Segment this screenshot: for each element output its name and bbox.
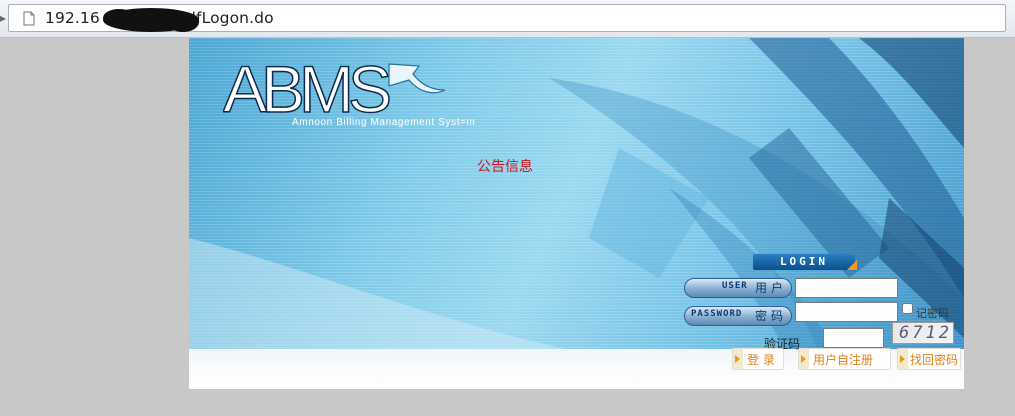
login-badge: LOGIN (753, 254, 857, 270)
redaction-scribble (103, 8, 199, 32)
user-label-cn: 用户 (755, 281, 788, 295)
arrow-right-icon (733, 349, 743, 369)
announcement-link[interactable]: 公告信息 (477, 156, 533, 176)
arrow-right-icon (799, 349, 809, 369)
self-register-button[interactable]: 用户自注册 (798, 348, 891, 370)
login-button-label: 登 录 (747, 353, 775, 367)
url-field[interactable]: 192.16 selfLogon.do (8, 4, 1006, 32)
recover-password-button[interactable]: 找回密码 (897, 348, 961, 370)
page-area: ABMS Amnoon Billing Management Syst=m 公告… (0, 38, 1015, 416)
user-label: USER 用户 (684, 278, 792, 298)
abms-logo: ABMS (223, 56, 446, 126)
captcha-image[interactable]: 6712 (892, 322, 954, 344)
user-label-en: USER (722, 281, 748, 291)
password-label-en: PASSWORD (691, 309, 743, 319)
back-icon[interactable]: ▸ (0, 9, 6, 27)
username-input[interactable] (795, 278, 898, 298)
password-input[interactable] (795, 302, 898, 322)
recover-password-label: 找回密码 (910, 353, 959, 367)
login-button[interactable]: 登 录 (732, 348, 784, 370)
remember-password-label: 记密码 (916, 307, 949, 320)
captcha-input[interactable] (823, 328, 884, 348)
logo-subtitle: Amnoon Billing Management Syst=m (292, 117, 476, 128)
arrow-right-icon (898, 349, 908, 369)
captcha-image-text: 6712 (899, 323, 952, 343)
remember-password-checkbox[interactable] (902, 303, 913, 314)
password-label: PASSWORD 密码 (684, 306, 792, 326)
self-register-label: 用户自注册 (813, 353, 874, 367)
password-label-cn: 密码 (755, 309, 788, 323)
svg-text:ABMS: ABMS (223, 56, 389, 126)
login-panel: ABMS Amnoon Billing Management Syst=m 公告… (189, 38, 964, 389)
page-icon (23, 11, 35, 26)
address-bar: ▸ 192.16 selfLogon.do (0, 0, 1015, 38)
